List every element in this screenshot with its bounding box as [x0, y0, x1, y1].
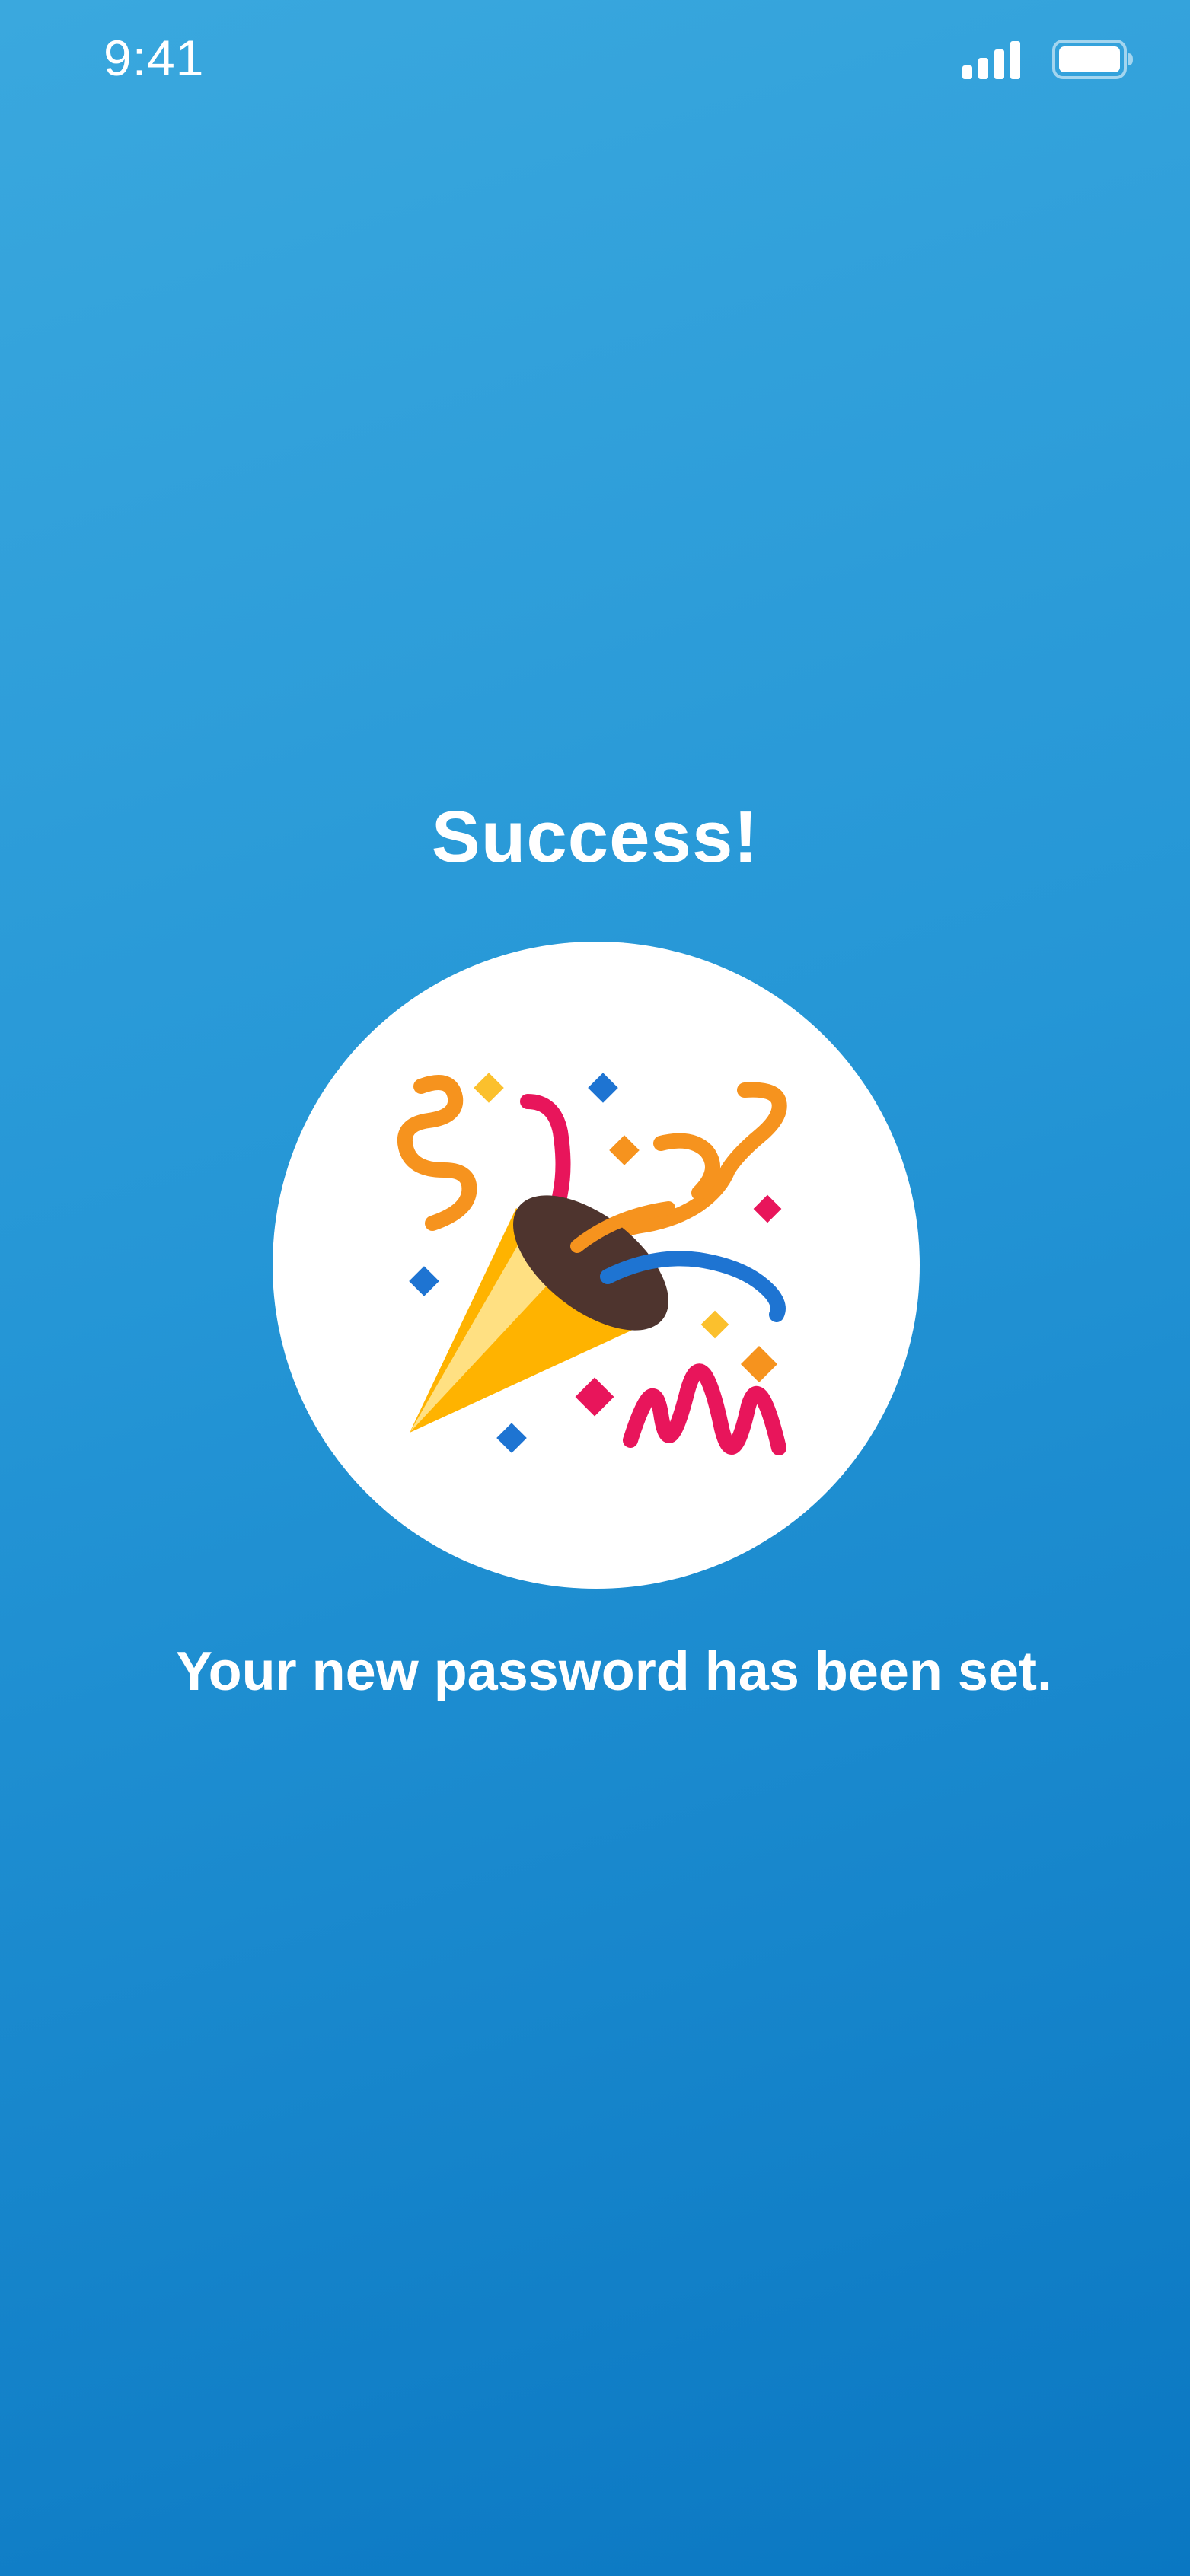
status-bar: 9:41 — [0, 0, 1190, 122]
page-title: Success! — [431, 796, 759, 878]
battery-icon — [1052, 40, 1133, 79]
status-time: 9:41 — [104, 30, 205, 86]
illustration-circle — [273, 942, 920, 1589]
success-message: Your new password has been set. — [176, 1641, 1052, 1702]
party-popper-icon — [397, 1073, 787, 1455]
cellular-signal-icon — [962, 41, 1020, 79]
